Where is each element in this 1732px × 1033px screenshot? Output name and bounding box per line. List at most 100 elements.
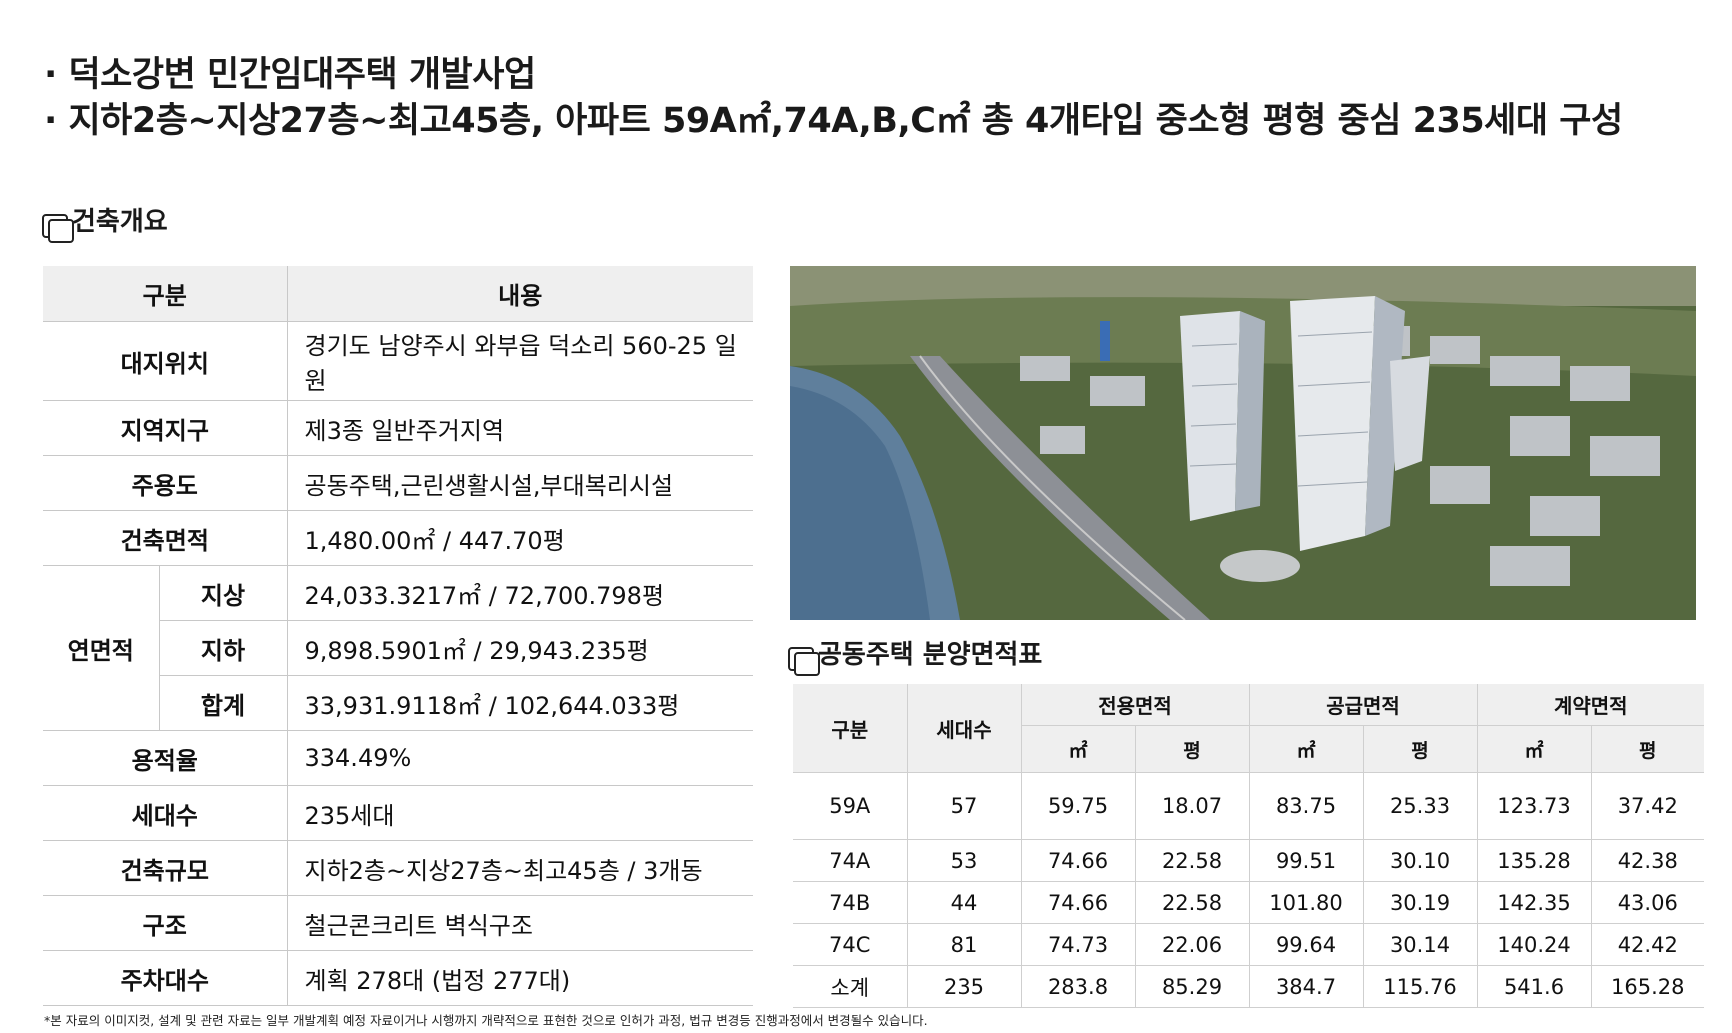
- disclaimer-footnote: *본 자료의 이미지컷, 설계 및 관련 자료는 일부 개발계획 예정 자료이거…: [44, 1013, 928, 1028]
- overview-header-key: 구분: [43, 266, 287, 322]
- table-cell: 소계: [793, 965, 907, 1008]
- overview-value: 지하2층~지상27층~최고45층 / 3개동: [286, 840, 753, 896]
- headline-summary: · 지하2층~지상27층~최고45층, 아파트 59A㎡,74A,B,C㎡ 총 …: [44, 101, 1623, 141]
- overview-value: 계획 278대 (법정 277대): [286, 950, 753, 1006]
- overview-floor-area-key: 연면적: [43, 565, 159, 731]
- overview-table: 구분 내용 대지위치 경기도 남양주시 와부읍 덕소리 560-25 일원 지역…: [43, 266, 753, 1006]
- table-cell: 140.24: [1476, 923, 1591, 966]
- overview-value: 공동주택,근린생활시설,부대복리시설: [286, 455, 753, 511]
- table-cell: 22.58: [1134, 839, 1249, 882]
- table-row-total: 소계 235 283.8 85.29 384.7 115.76 541.6 16…: [793, 965, 1704, 1008]
- overview-row: 건축규모 지하2층~지상27층~최고45층 / 3개동: [43, 840, 753, 896]
- table-cell: 44: [906, 881, 1021, 924]
- area-title-text: 공동주택 분양면적표: [818, 639, 1043, 670]
- table-row: 74A 53 74.66 22.58 99.51 30.10 135.28 42…: [793, 839, 1704, 882]
- table-cell: 123.73: [1476, 772, 1591, 840]
- table-cell: 99.51: [1248, 839, 1363, 882]
- section-box-icon: [42, 214, 74, 243]
- table-cell: 135.28: [1476, 839, 1591, 882]
- overview-value: 9,898.5901㎡ / 29,943.235평: [286, 620, 753, 676]
- overview-key: 구조: [43, 895, 287, 951]
- table-cell: 81: [906, 923, 1021, 966]
- table-cell: 283.8: [1020, 965, 1135, 1008]
- table-cell: 74A: [793, 839, 907, 882]
- overview-key: 지역지구: [43, 400, 287, 456]
- table-cell: 83.75: [1248, 772, 1363, 840]
- area-header-sqm: ㎡: [1476, 725, 1591, 773]
- area-header-exclusive: 전용면적: [1020, 684, 1249, 726]
- area-header-sqm: ㎡: [1248, 725, 1363, 773]
- overview-value: 경기도 남양주시 와부읍 덕소리 560-25 일원: [286, 321, 753, 401]
- overview-sub-key: 지하: [158, 620, 287, 676]
- overview-value: 33,931.9118㎡ / 102,644.033평: [286, 675, 753, 731]
- table-cell: 74C: [793, 923, 907, 966]
- area-header-row: 구분 세대수 전용면적 공급면적 계약면적: [793, 684, 1704, 773]
- building-rendering-image: [790, 266, 1696, 620]
- overview-row: 용적율 334.49%: [43, 730, 753, 786]
- area-header-type: 구분: [793, 684, 907, 773]
- area-section-title: 공동주택 분양면적표: [788, 633, 1043, 676]
- table-cell: 99.64: [1248, 923, 1363, 966]
- table-cell: 42.42: [1590, 923, 1704, 966]
- table-cell: 235: [906, 965, 1021, 1008]
- overview-value: 제3종 일반주거지역: [286, 400, 753, 456]
- overview-row: 구조 철근콘크리트 벽식구조: [43, 895, 753, 951]
- overview-row: 주차대수 계획 278대 (법정 277대): [43, 950, 753, 1006]
- overview-section-title: 건축개요: [42, 200, 168, 243]
- overview-key: 주차대수: [43, 950, 287, 1006]
- section-box-icon: [788, 647, 820, 676]
- area-header-sqm: ㎡: [1020, 725, 1135, 773]
- area-header-pyeong: 평: [1134, 725, 1249, 773]
- table-cell: 101.80: [1248, 881, 1363, 924]
- table-cell: 25.33: [1362, 772, 1477, 840]
- table-cell: 541.6: [1476, 965, 1591, 1008]
- overview-row: 세대수 235세대: [43, 785, 753, 841]
- table-cell: 30.10: [1362, 839, 1477, 882]
- table-cell: 59A: [793, 772, 907, 840]
- overview-key: 주용도: [43, 455, 287, 511]
- headline-project: · 덕소강변 민간임대주택 개발사업: [44, 55, 536, 95]
- table-cell: 384.7: [1248, 965, 1363, 1008]
- area-header-pyeong: 평: [1362, 725, 1477, 773]
- table-cell: 59.75: [1020, 772, 1135, 840]
- overview-sub-key: 지상: [158, 565, 287, 621]
- overview-row: 연면적 지상 24,033.3217㎡ / 72,700.798평: [43, 565, 753, 731]
- table-cell: 42.38: [1590, 839, 1704, 882]
- overview-header-row: 구분 내용: [43, 266, 753, 322]
- overview-key: 건축면적: [43, 510, 287, 566]
- table-cell: 18.07: [1134, 772, 1249, 840]
- table-cell: 30.14: [1362, 923, 1477, 966]
- table-cell: 57: [906, 772, 1021, 840]
- overview-key: 세대수: [43, 785, 287, 841]
- overview-row: 대지위치 경기도 남양주시 와부읍 덕소리 560-25 일원: [43, 321, 753, 401]
- table-cell: 43.06: [1590, 881, 1704, 924]
- overview-row: 주용도 공동주택,근린생활시설,부대복리시설: [43, 455, 753, 511]
- overview-value: 철근콘크리트 벽식구조: [286, 895, 753, 951]
- overview-key: 용적율: [43, 730, 287, 786]
- table-cell: 142.35: [1476, 881, 1591, 924]
- table-row: 74C 81 74.73 22.06 99.64 30.14 140.24 42…: [793, 923, 1704, 966]
- table-cell: 165.28: [1590, 965, 1704, 1008]
- overview-key: 대지위치: [43, 321, 287, 401]
- table-row: 59A 57 59.75 18.07 83.75 25.33 123.73 37…: [793, 772, 1704, 840]
- area-table: 구분 세대수 전용면적 공급면적 계약면적 ㎡ 평 ㎡ 평 ㎡ 평 59A 57…: [793, 684, 1704, 1008]
- overview-value: 235세대: [286, 785, 753, 841]
- table-cell: 74.66: [1020, 839, 1135, 882]
- table-cell: 22.06: [1134, 923, 1249, 966]
- overview-value: 334.49%: [286, 730, 753, 786]
- area-header-contract: 계약면적: [1476, 684, 1704, 726]
- table-cell: 30.19: [1362, 881, 1477, 924]
- area-header-supply: 공급면적: [1248, 684, 1477, 726]
- table-cell: 53: [906, 839, 1021, 882]
- overview-sub-key: 합계: [158, 675, 287, 731]
- area-header-pyeong: 평: [1590, 725, 1704, 773]
- table-row: 74B 44 74.66 22.58 101.80 30.19 142.35 4…: [793, 881, 1704, 924]
- table-cell: 74.73: [1020, 923, 1135, 966]
- overview-value: 24,033.3217㎡ / 72,700.798평: [286, 565, 753, 621]
- table-cell: 85.29: [1134, 965, 1249, 1008]
- overview-title-text: 건축개요: [72, 206, 168, 237]
- overview-row: 건축면적 1,480.00㎡ / 447.70평: [43, 510, 753, 566]
- overview-row: 지역지구 제3종 일반주거지역: [43, 400, 753, 456]
- overview-key: 건축규모: [43, 840, 287, 896]
- table-cell: 74B: [793, 881, 907, 924]
